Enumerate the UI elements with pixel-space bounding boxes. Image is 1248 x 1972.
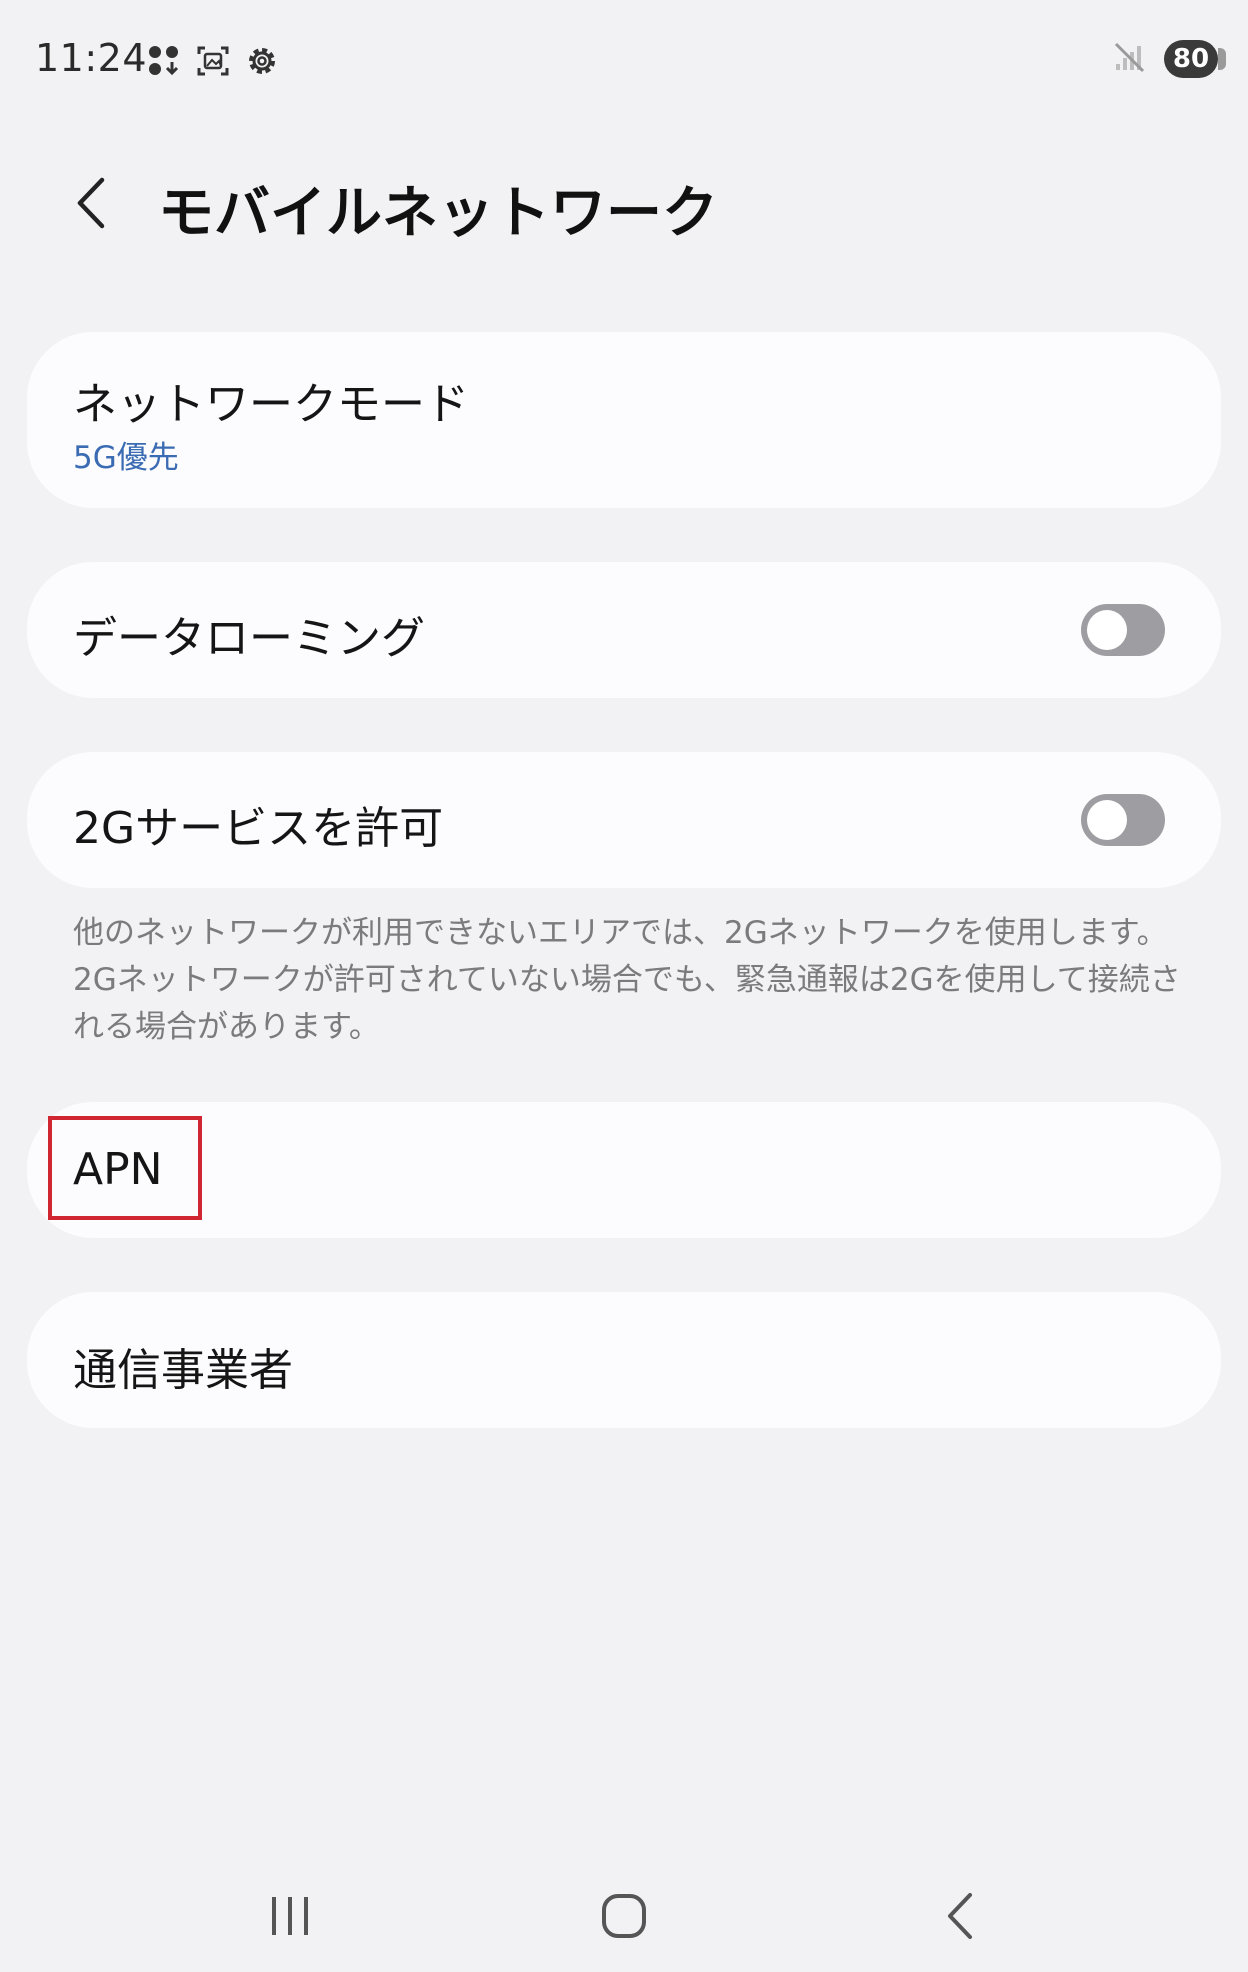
app-grid-icon: [147, 44, 181, 78]
recents-icon: [268, 1893, 312, 1943]
allow-2g-note: 他のネットワークが利用できないエリアでは、2Gネットワークを使用します。2Gネッ…: [73, 915, 1181, 1045]
recents-button[interactable]: [250, 1888, 330, 1948]
settings-gear-icon: [245, 44, 279, 78]
screenshot-icon: [195, 44, 231, 78]
data-roaming-label: データローミング: [73, 613, 425, 664]
home-button[interactable]: [584, 1888, 664, 1948]
data-roaming-item[interactable]: データローミング: [27, 562, 1221, 698]
toggle-knob: [1087, 610, 1127, 650]
page-title: モバイルネットワーク: [158, 181, 718, 246]
status-bar: 11:24 80: [0, 0, 1248, 120]
network-mode-item[interactable]: ネットワークモード 5G優先: [27, 332, 1221, 508]
apn-highlight-box: [48, 1116, 202, 1220]
allow-2g-item[interactable]: 2Gサービスを許可: [27, 752, 1221, 888]
network-mode-label: ネットワークモード: [73, 379, 469, 430]
data-roaming-toggle[interactable]: [1081, 604, 1165, 656]
chevron-left-icon: [74, 176, 110, 234]
carrier-label: 通信事業者: [73, 1345, 293, 1396]
status-icons-left: [147, 44, 279, 78]
allow-2g-toggle[interactable]: [1081, 794, 1165, 846]
apn-item[interactable]: APN: [27, 1102, 1221, 1238]
battery-icon: 80: [1164, 40, 1226, 78]
status-time: 11:24: [35, 36, 148, 80]
home-icon: [600, 1892, 648, 1944]
allow-2g-label: 2Gサービスを許可: [73, 803, 444, 854]
carrier-item[interactable]: 通信事業者: [27, 1292, 1221, 1428]
back-nav-icon: [942, 1891, 978, 1945]
header: モバイルネットワーク: [0, 150, 1248, 260]
status-icons-right: 80: [1112, 40, 1226, 78]
back-button[interactable]: [62, 170, 122, 240]
back-nav-button[interactable]: [920, 1888, 1000, 1948]
network-mode-value: 5G優先: [73, 440, 179, 476]
toggle-knob: [1087, 800, 1127, 840]
navigation-bar: [0, 1860, 1248, 1972]
no-signal-icon: [1112, 40, 1146, 78]
